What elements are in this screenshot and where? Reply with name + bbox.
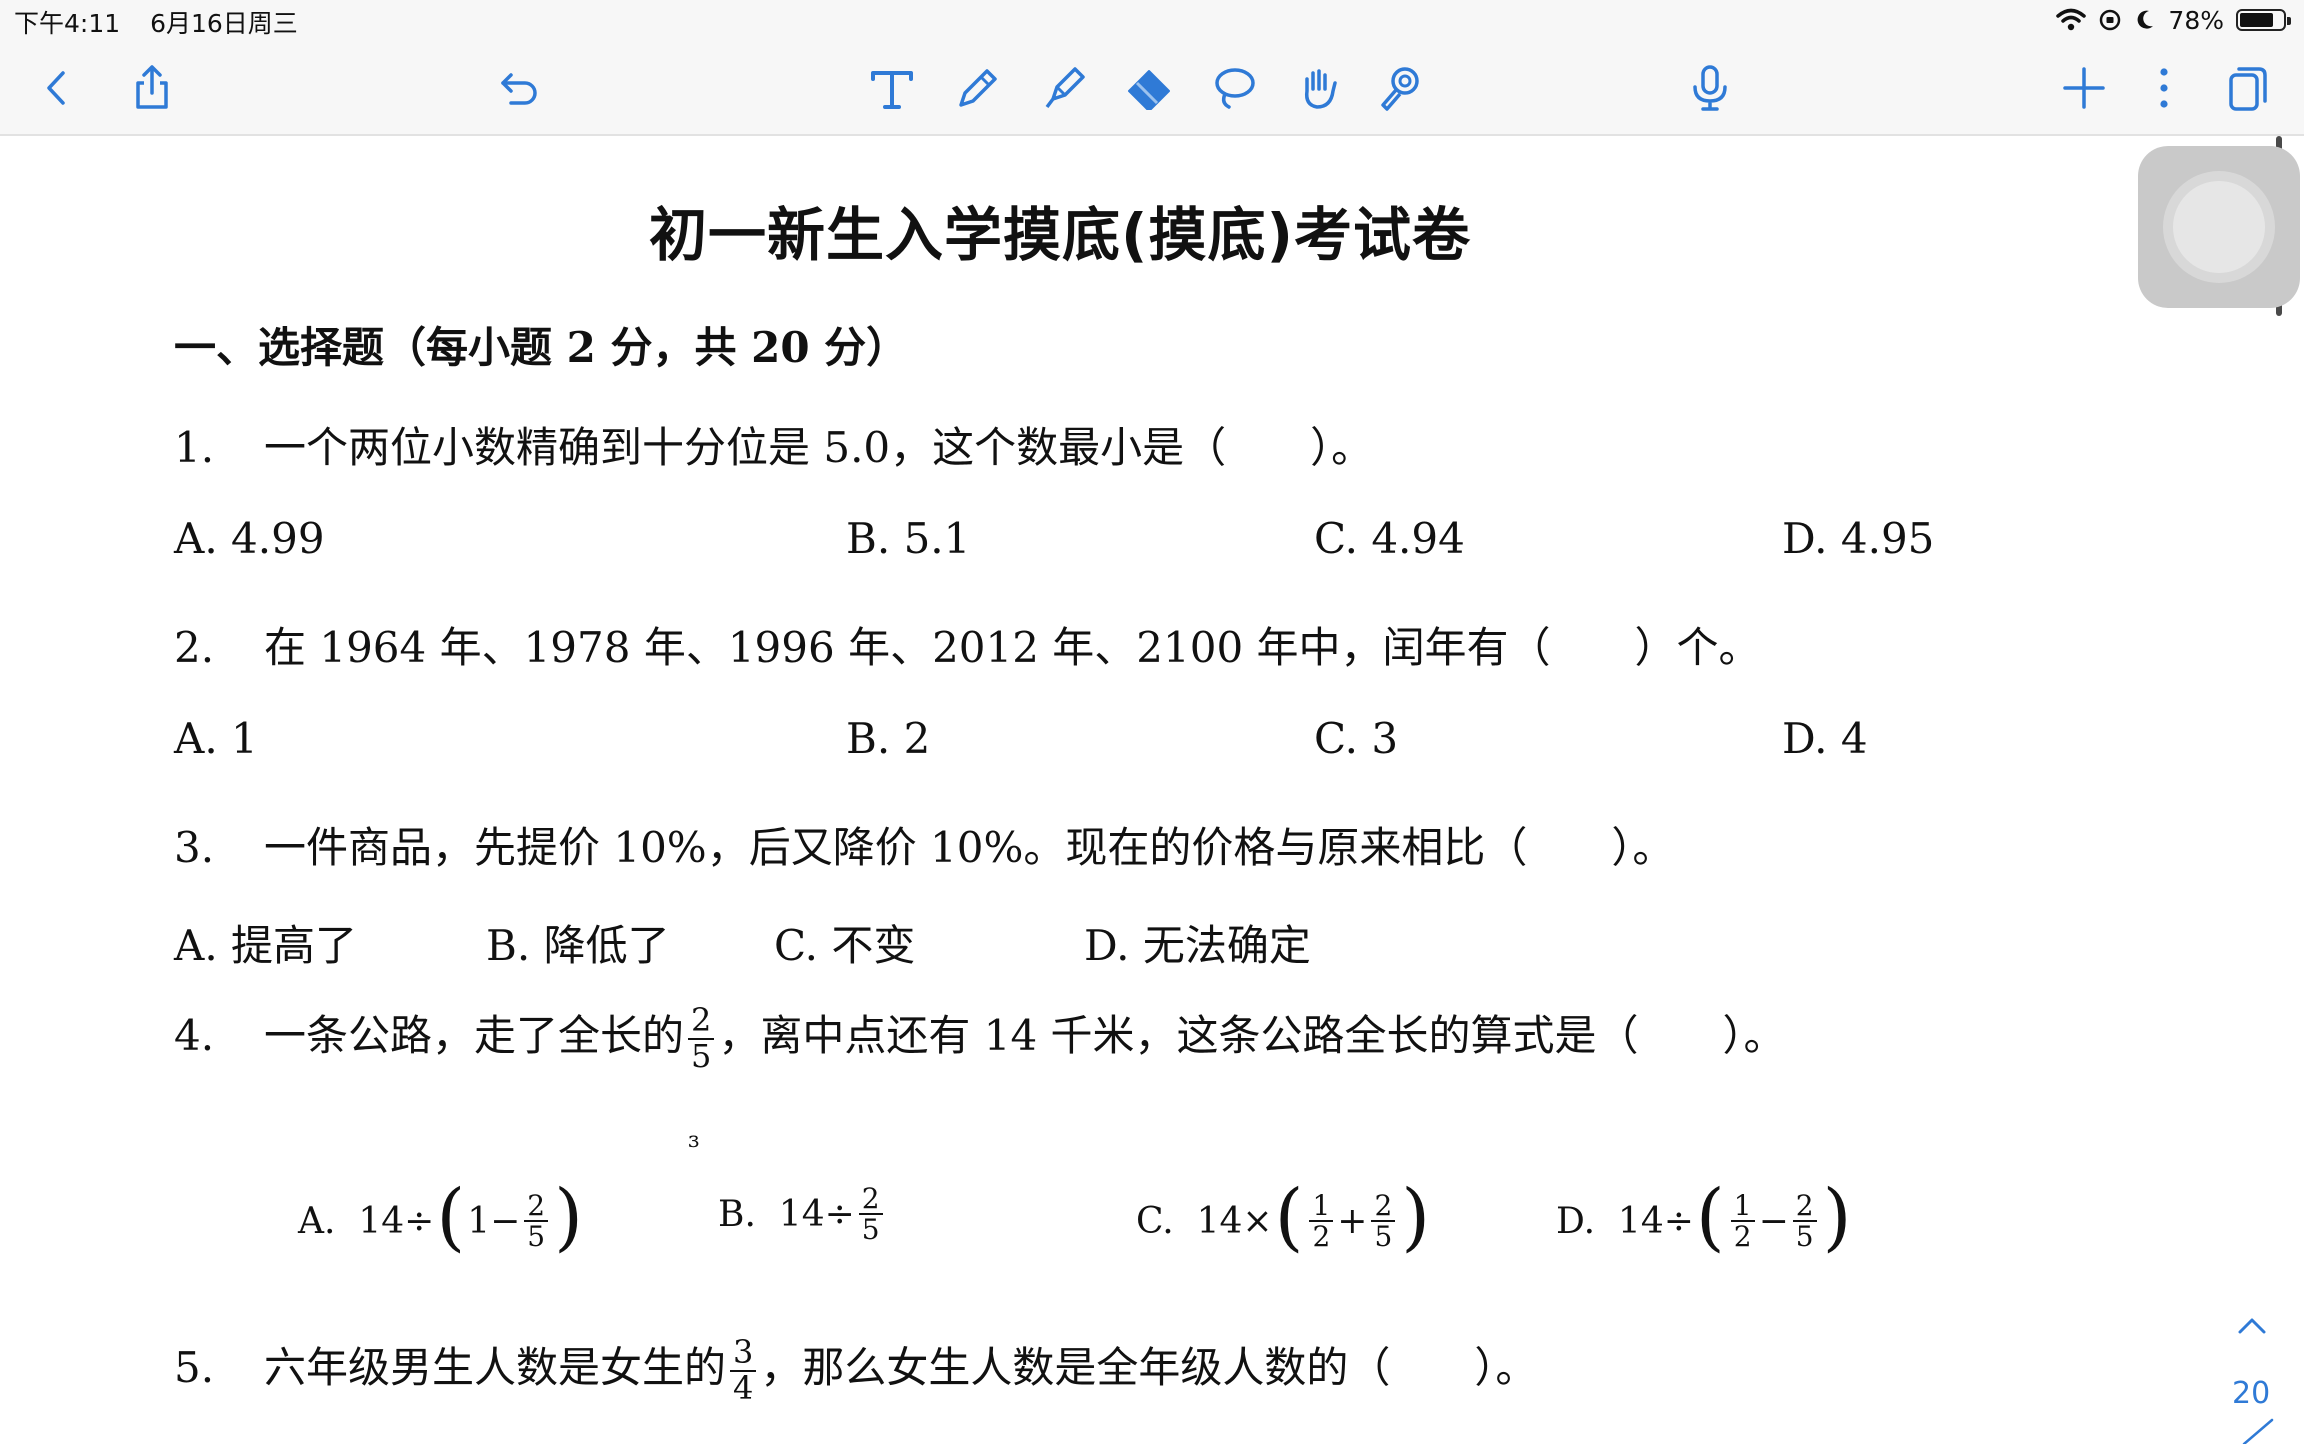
question-number: 4.: [174, 1011, 215, 1060]
q3-option-a: A. 提高了: [174, 921, 358, 970]
more-button[interactable]: [2134, 58, 2194, 118]
status-indicators: 78%: [2056, 4, 2291, 36]
question-2: 2. 在 1964 年、1978 年、1996 年、2012 年、2100 年中，…: [174, 614, 1761, 675]
question-number: 3.: [174, 823, 215, 872]
pen-icon: [959, 69, 997, 107]
microphone-icon: [1693, 65, 1727, 111]
status-time: 下午4:11: [14, 9, 121, 38]
moon-icon: [2138, 10, 2154, 29]
status-bar: 下午4:11 6月16日周三 78%: [0, 0, 2304, 40]
page-number[interactable]: 20: [2232, 1376, 2270, 1411]
share-button[interactable]: [122, 58, 182, 118]
lasso-tool-button[interactable]: [1204, 58, 1264, 118]
lasso-icon: [1215, 68, 1255, 109]
q4-option-d: D. 14÷(1 2−2 5): [1556, 1174, 1852, 1260]
text-tool-button[interactable]: [862, 58, 922, 118]
question-text-cont: ，那么女生人数是全年级人数的（ ）。: [760, 1343, 1538, 1392]
page-up-chevron-icon[interactable]: [2232, 1306, 2272, 1346]
share-icon: [136, 65, 168, 109]
wifi-icon: [2056, 8, 2087, 31]
microphone-button[interactable]: [1680, 58, 1740, 118]
q4-option-b: B. 14÷ 2 5: [718, 1184, 887, 1245]
question-text-cont: ，离中点还有 14 千米，这条公路全长的算式是（ ）。: [718, 1011, 1786, 1060]
q4-option-c: C. 14×(1 2 +2 5): [1136, 1174, 1431, 1260]
laser-pointer-icon: [1381, 67, 1419, 111]
q3-option-d: D. 无法确定: [1084, 921, 1311, 970]
q1-option-d: D. 4.95: [1782, 514, 1935, 563]
eraser-tool-button[interactable]: [1120, 58, 1180, 118]
hand-tool-button[interactable]: [1288, 58, 1348, 118]
undo-icon: [501, 73, 537, 105]
toolbar: [0, 40, 2304, 136]
question-text: 一条公路，走了全长的: [264, 1011, 685, 1060]
highlighter-icon: [1045, 67, 1085, 109]
assistive-touch-icon: [2173, 181, 2265, 273]
page-slider-icon[interactable]: [2238, 1418, 2278, 1444]
highlighter-tool-button[interactable]: [1034, 58, 1094, 118]
question-5: 5. 六年级男生人数是女生的 3 4 ，那么女生人数是全年级人数的（ ）。: [174, 1334, 1537, 1406]
pages-button[interactable]: [2218, 58, 2278, 118]
question-text: 六年级男生人数是女生的: [264, 1343, 727, 1392]
eraser-icon: [1128, 70, 1170, 110]
undo-button[interactable]: [490, 58, 550, 118]
battery-fill: [2240, 13, 2273, 27]
question-text: 在 1964 年、1978 年、1996 年、2012 年、2100 年中，闰年…: [264, 623, 1761, 672]
question-text: 一个两位小数精确到十分位是 5.0，这个数最小是（ ）。: [264, 423, 1374, 472]
more-icon: [2160, 68, 2168, 108]
question-4: 4. 一条公路，走了全长的 2 5 ，离中点还有 14 千米，这条公路全长的算式是（ ）…: [174, 1002, 1786, 1074]
battery-icon: [2236, 9, 2291, 31]
question-number: 1.: [174, 423, 215, 472]
q2-option-a: A. 1: [174, 714, 258, 763]
battery-percentage: 78%: [2168, 5, 2224, 35]
back-icon: [47, 71, 65, 105]
q1-option-b: B. 5.1: [846, 514, 971, 563]
question-1: 1. 一个两位小数精确到十分位是 5.0，这个数最小是（ ）。: [174, 414, 1373, 475]
question-number: 2.: [174, 623, 215, 672]
question-3: 3. 一件商品，先提价 10%，后又降价 10%。现在的价格与原来相比（ ）。: [174, 814, 1674, 875]
q3-option-b: B. 降低了: [486, 921, 670, 970]
fraction: 34: [730, 1336, 757, 1405]
q2-option-d: D. 4: [1782, 714, 1868, 763]
document-page[interactable]: 初一新生入学摸底(摸底)考试卷 一、选择题（每小题 2 分，共 20 分） 1.…: [0, 136, 2280, 1444]
page-title: 初一新生入学摸底(摸底)考试卷: [648, 201, 1472, 269]
stray-mark: ɜ: [688, 1128, 700, 1153]
text-tool-icon: [871, 71, 913, 109]
assistive-touch-button[interactable]: [2138, 146, 2300, 308]
battery-tip: [2287, 17, 2291, 25]
q1-option-c: C. 4.94: [1314, 514, 1465, 563]
laser-pointer-button[interactable]: [1370, 58, 1430, 118]
pages-icon: [2229, 67, 2267, 111]
q1-option-a: A. 4.99: [174, 514, 325, 563]
pen-tool-button[interactable]: [948, 58, 1008, 118]
q3-option-c: C. 不变: [774, 921, 916, 970]
orientation-lock-icon: [2100, 9, 2121, 31]
add-page-button[interactable]: [2054, 58, 2114, 118]
q2-option-b: B. 2: [846, 714, 931, 763]
back-button[interactable]: [26, 58, 86, 118]
add-page-icon: [2063, 67, 2105, 109]
question-number: 5.: [174, 1343, 215, 1392]
status-time-date: 下午4:11 6月16日周三: [14, 4, 320, 40]
hand-icon: [1304, 69, 1337, 109]
section-heading: 一、选择题（每小题 2 分，共 20 分）: [174, 323, 909, 372]
q2-option-c: C. 3: [1314, 714, 1399, 763]
q4-option-a: A. 14÷(1− 2 5): [298, 1174, 583, 1260]
question-text: 一件商品，先提价 10%，后又降价 10%。现在的价格与原来相比（ ）。: [264, 823, 1675, 872]
status-date: 6月16日周三: [150, 9, 298, 38]
fraction: 25: [688, 1004, 715, 1073]
